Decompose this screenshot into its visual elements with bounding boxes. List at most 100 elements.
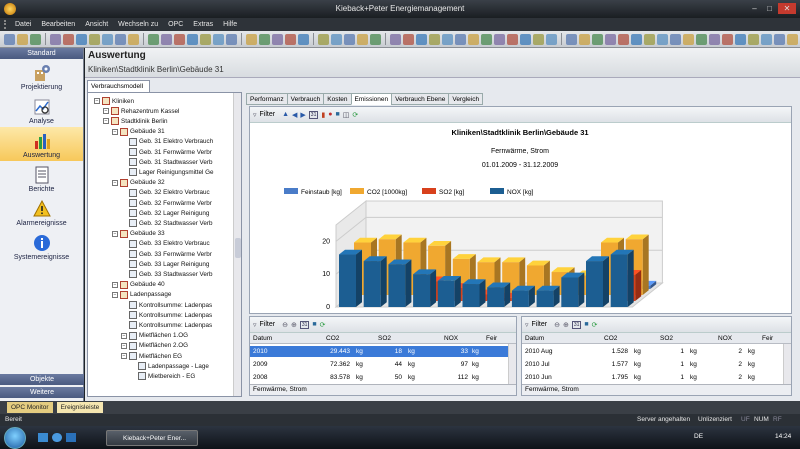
toolbar-button-icon[interactable] — [128, 33, 139, 45]
expand-toggle-icon[interactable]: − — [112, 291, 118, 298]
color-icon[interactable]: ● — [328, 111, 332, 118]
column-header[interactable]: SO2 — [660, 335, 673, 342]
toolbar-button-icon[interactable] — [546, 33, 557, 45]
toolbar-button-icon[interactable] — [455, 33, 466, 45]
menu-ansicht[interactable]: Ansicht — [80, 21, 113, 28]
menu-extras[interactable]: Extras — [188, 21, 218, 28]
toolbar-button-icon[interactable] — [390, 33, 401, 45]
toolbar-button-icon[interactable] — [174, 33, 185, 45]
toolbar-button-icon[interactable] — [246, 33, 257, 45]
toolbar-button-icon[interactable] — [579, 33, 590, 45]
toolbar-button-icon[interactable] — [115, 33, 126, 45]
toolbar-button-icon[interactable] — [344, 33, 355, 45]
toolbar-button-icon[interactable] — [618, 33, 629, 45]
tree-node[interactable]: Geb. 32 Elektro Verbrauc — [121, 188, 210, 198]
column-header[interactable]: Feir — [762, 335, 773, 342]
expand-toggle-icon[interactable]: − — [112, 281, 118, 288]
nav-weitere[interactable]: Weitere — [0, 387, 84, 398]
toolbar-button-icon[interactable] — [63, 33, 74, 45]
close-button[interactable]: ✕ — [778, 3, 796, 14]
nav-item-systemereignisse[interactable]: Systemereignisse — [0, 229, 83, 263]
toolbar-button-icon[interactable] — [4, 33, 15, 45]
tree-node[interactable]: Geb. 32 Stadtwasser Verb — [121, 218, 213, 228]
expand-toggle-icon[interactable]: − — [121, 353, 127, 359]
refresh-icon[interactable]: ⟳ — [352, 111, 358, 119]
expand-toggle-icon[interactable]: − — [112, 179, 118, 186]
tree-node[interactable]: Kontrollsumme: Ladenpas — [121, 310, 212, 320]
column-header[interactable]: CO2 — [604, 335, 617, 342]
toolbar-button-icon[interactable] — [272, 33, 283, 45]
taskbar-app-button[interactable]: Kieback+Peter Ener... — [106, 430, 198, 446]
start-button[interactable] — [4, 427, 26, 449]
column-header[interactable]: Datum — [525, 335, 544, 342]
menu-opc[interactable]: OPC — [163, 21, 188, 28]
tree-node[interactable]: Kontrollsumme: Ladenpas — [121, 300, 212, 310]
tree-node[interactable]: Geb. 33 Stadtwasser Verb — [121, 269, 213, 279]
tree-node[interactable]: Geb. 33 Lager Reinigung — [121, 259, 209, 269]
zoom-out-icon[interactable]: ⊖ — [282, 321, 288, 329]
toolbar-button-icon[interactable] — [161, 33, 172, 45]
tree-node[interactable]: − Gebäude 32 — [112, 178, 165, 188]
arrow-left-icon[interactable]: ◀ — [292, 111, 297, 119]
bar[interactable] — [561, 272, 585, 307]
table-row[interactable]: 2010 Aug 1.528 kg 1 kg 2 kg — [522, 346, 780, 357]
menu-datei[interactable]: Datei — [10, 21, 36, 28]
tab-opc-monitor[interactable]: OPC Monitor — [7, 402, 53, 413]
column-header[interactable]: Datum — [253, 335, 272, 342]
bar[interactable] — [536, 285, 560, 307]
nav-item-berichte[interactable]: Berichte — [0, 161, 83, 195]
tree-node[interactable]: Lager Reinigungsmittel Ge — [121, 167, 214, 177]
menu-hilfe[interactable]: Hilfe — [218, 21, 242, 28]
toolbar-button-icon[interactable] — [566, 33, 577, 45]
expand-toggle-icon[interactable]: − — [103, 108, 109, 115]
calendar-icon[interactable]: 31 — [571, 320, 582, 329]
show-desktop-icon[interactable] — [38, 433, 48, 442]
tree-node[interactable]: − Stadtklinik Berlin — [103, 116, 168, 126]
scroll-thumb[interactable] — [235, 238, 241, 258]
nav-item-analyse[interactable]: Analyse — [0, 93, 83, 127]
tree-node[interactable]: − Kliniken — [94, 96, 134, 106]
toolbar-button-icon[interactable] — [102, 33, 113, 45]
bar[interactable] — [437, 275, 461, 307]
tree-node[interactable]: Geb. 33 Elektro Verbrauc — [121, 239, 210, 249]
nav-objekte[interactable]: Objekte — [0, 374, 84, 385]
table-row[interactable]: 2008 83.578 kg 50 kg 112 kg — [250, 372, 508, 383]
expand-toggle-icon[interactable]: − — [112, 230, 118, 237]
bar[interactable] — [487, 282, 511, 307]
toolbar-button-icon[interactable] — [631, 33, 642, 45]
table-row[interactable]: 2010 Jun 1.795 kg 1 kg 2 kg — [522, 372, 780, 383]
grid-scrollbar[interactable] — [783, 344, 791, 385]
toolbar-button-icon[interactable] — [657, 33, 668, 45]
toolbar-button-icon[interactable] — [468, 33, 479, 45]
column-header[interactable]: CO2 — [326, 335, 339, 342]
filter-button[interactable]: Filter — [260, 321, 276, 328]
refresh-icon[interactable]: ⟳ — [320, 321, 326, 329]
toolbar-button-icon[interactable] — [331, 33, 342, 45]
ie-icon[interactable] — [52, 433, 62, 442]
toolbar-button-icon[interactable] — [748, 33, 759, 45]
toolbar-button-icon[interactable] — [285, 33, 296, 45]
toolbar-button-icon[interactable] — [30, 33, 41, 45]
toolbar-button-icon[interactable] — [605, 33, 616, 45]
toolbar-button-icon[interactable] — [200, 33, 211, 45]
column-header[interactable]: NOX — [718, 335, 732, 342]
tree-node[interactable]: Geb. 31 Elektro Verbrauch — [121, 137, 213, 147]
tree-node[interactable]: Geb. 31 Stadtwasser Verb — [121, 157, 213, 167]
export-icon[interactable]: ■ — [312, 321, 316, 328]
toolbar-button-icon[interactable] — [148, 33, 159, 45]
filter-icon[interactable]: ▿ — [253, 111, 257, 119]
column-header[interactable]: NOX — [444, 335, 458, 342]
tree-node[interactable]: − Gebäude 31 — [112, 127, 165, 137]
expand-toggle-icon[interactable]: − — [121, 332, 127, 339]
toolbar-button-icon[interactable] — [520, 33, 531, 45]
toolbar-button-icon[interactable] — [761, 33, 772, 45]
tree-node[interactable]: − Gebäude 40 — [112, 280, 165, 290]
tab-vergleich[interactable]: Vergleich — [448, 93, 484, 105]
tree-node[interactable]: Geb. 32 Fernwärme Verbr — [121, 198, 212, 208]
tree-node[interactable]: Ladenpassage - Lage — [130, 361, 209, 371]
export-icon[interactable]: ■ — [584, 321, 588, 328]
toolbar-button-icon[interactable] — [442, 33, 453, 45]
tree-node[interactable]: − Ladenpassage — [112, 290, 171, 300]
tree-node[interactable]: − Rehazentrum Kassel — [103, 106, 179, 116]
toolbar-button-icon[interactable] — [226, 33, 237, 45]
